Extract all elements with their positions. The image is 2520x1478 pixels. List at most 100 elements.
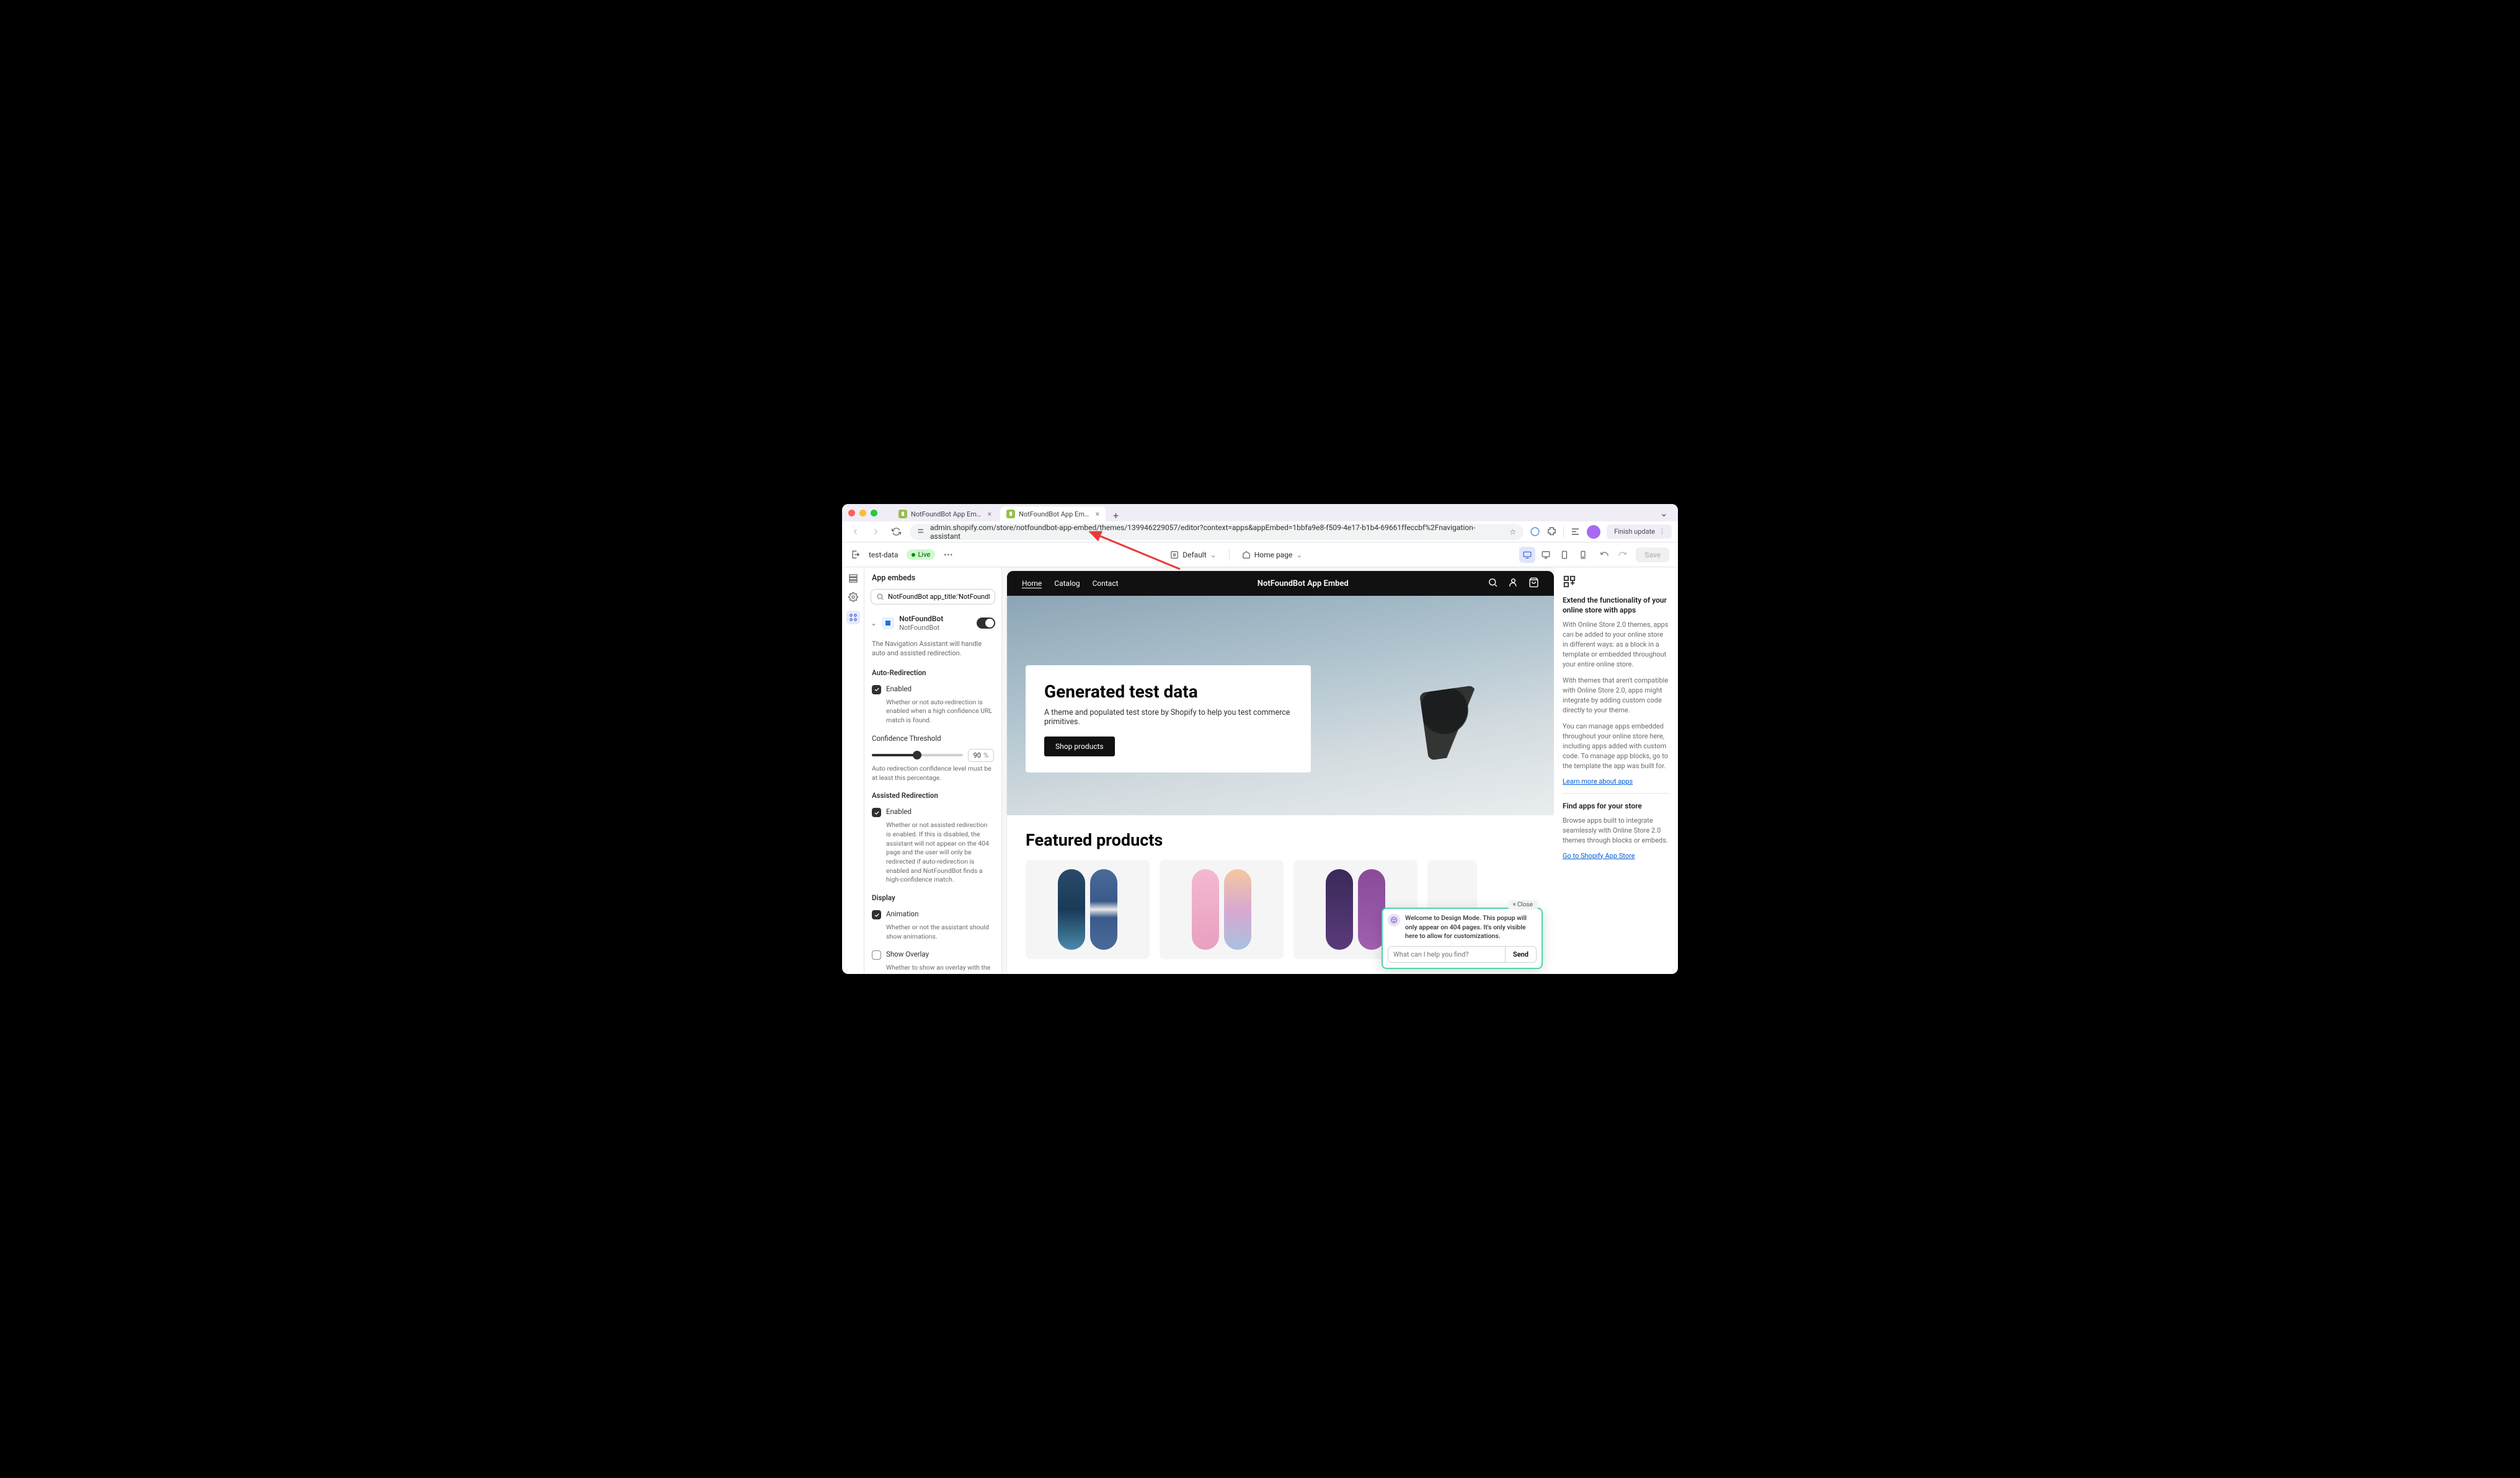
back-button[interactable]	[848, 524, 863, 539]
full-view[interactable]	[1538, 547, 1554, 563]
chat-input[interactable]	[1388, 947, 1505, 962]
chevron-down-icon[interactable]: ⌄	[1656, 506, 1672, 520]
exit-icon[interactable]	[851, 550, 860, 559]
help-text: Whether or not the assistant should show…	[864, 923, 1001, 946]
settings-icon[interactable]	[848, 592, 858, 602]
chat-message: Welcome to Design Mode. This popup will …	[1405, 914, 1537, 941]
store-name: test-data	[869, 551, 898, 559]
tab-close-icon[interactable]: ×	[1096, 510, 1099, 518]
nav-catalog[interactable]: Catalog	[1054, 579, 1080, 588]
apps-grid-icon	[1563, 575, 1669, 590]
hero-title: Generated test data	[1044, 681, 1292, 702]
app-embed-item[interactable]: ⌄ NotFoundBotNotFoundBot	[864, 611, 1001, 635]
shopify-favicon	[898, 510, 907, 518]
nav-home[interactable]: Home	[1022, 579, 1042, 588]
minimize-window[interactable]	[859, 510, 866, 516]
preview-canvas: Home Catalog Contact NotFoundBot App Emb…	[1002, 567, 1554, 974]
app-store-link[interactable]: Go to Shopify App Store	[1563, 852, 1635, 860]
editor-toolbar: test-data Live ••• Default ⌄ Home page ⌄…	[842, 542, 1678, 567]
checkbox-unchecked[interactable]	[872, 950, 881, 960]
right-text: Browse apps built to integrate seamlessl…	[1563, 816, 1669, 846]
enabled-checkbox-row[interactable]: Enabled	[864, 681, 1001, 698]
app-name: NotFoundBot	[899, 614, 972, 623]
slider-value[interactable]: 90%	[968, 749, 994, 762]
page-select[interactable]: Home page ⌄	[1242, 551, 1303, 559]
app-vendor: NotFoundBot	[899, 624, 939, 632]
star-icon[interactable]: ☆	[1509, 528, 1516, 536]
viewport-switcher	[1519, 547, 1591, 563]
featured-heading: Featured products	[1026, 830, 1535, 850]
profile-avatar[interactable]	[1587, 525, 1600, 539]
chevron-down-icon[interactable]: ⌄	[871, 619, 877, 627]
right-text: With Online Store 2.0 themes, apps can b…	[1563, 620, 1669, 670]
maximize-window[interactable]	[871, 510, 877, 516]
live-badge: Live	[907, 549, 935, 560]
chat-send[interactable]: Send	[1505, 947, 1536, 962]
checkbox-checked[interactable]	[872, 685, 881, 694]
checkbox-checked[interactable]	[872, 808, 881, 817]
left-rail	[842, 567, 864, 974]
search-input[interactable]	[871, 589, 995, 604]
slider[interactable]	[872, 754, 963, 756]
tab-active[interactable]: NotFoundBot App Embed · C… ×	[1000, 507, 1106, 521]
undo-icon[interactable]	[1600, 549, 1609, 560]
puzzle-icon[interactable]	[1546, 526, 1557, 537]
desktop-view[interactable]	[1519, 547, 1535, 563]
save-button: Save	[1636, 547, 1669, 562]
new-tab-button[interactable]: +	[1108, 510, 1124, 521]
site-settings-icon[interactable]	[917, 527, 925, 537]
site-brand: NotFoundBot App Embed	[1258, 579, 1349, 588]
close-window[interactable]	[848, 510, 855, 516]
animation-checkbox-row[interactable]: Animation	[864, 906, 1001, 923]
reload-button[interactable]	[889, 524, 903, 539]
browser-actions: Finish update ⋮	[1530, 524, 1672, 539]
template-select[interactable]: Default ⌄	[1170, 551, 1216, 559]
checkbox-checked[interactable]	[872, 910, 881, 919]
enabled-checkbox-row[interactable]: Enabled	[864, 803, 1001, 821]
tablet-view[interactable]	[1556, 547, 1573, 563]
learn-more-link[interactable]: Learn more about apps	[1563, 777, 1633, 785]
finish-update-button[interactable]: Finish update ⋮	[1607, 524, 1672, 539]
nav-contact[interactable]: Contact	[1093, 579, 1119, 588]
product-card[interactable]	[1026, 860, 1150, 959]
mobile-view[interactable]	[1575, 547, 1591, 563]
chat-widget: × Close Welcome to Design Mode. This pop…	[1382, 908, 1543, 969]
tab-title: NotFoundBot App Embed · C…	[1019, 510, 1092, 518]
window-controls	[848, 510, 877, 516]
tabs: NotFoundBot App Embed · N… × NotFoundBot…	[892, 504, 1124, 521]
help-text: Whether to show an overlay with the assi…	[864, 963, 1001, 974]
panel-heading: App embeds	[864, 567, 1001, 589]
hero-cta[interactable]: Shop products	[1044, 737, 1115, 756]
search-icon	[876, 593, 884, 601]
product-card[interactable]	[1160, 860, 1284, 959]
help-text: Whether or not assisted redirection is e…	[864, 821, 1001, 890]
cart-icon[interactable]	[1528, 577, 1539, 590]
tab-inactive[interactable]: NotFoundBot App Embed · N… ×	[892, 507, 998, 521]
right-heading: Find apps for your store	[1563, 801, 1669, 811]
sections-icon[interactable]	[848, 573, 858, 583]
tab-close-icon[interactable]: ×	[988, 510, 992, 518]
app-embeds-icon[interactable]	[846, 611, 860, 624]
hero-desc: A theme and populated test store by Shop…	[1044, 708, 1292, 727]
overlay-checkbox-row[interactable]: Show Overlay	[864, 946, 1001, 963]
account-icon[interactable]	[1508, 577, 1519, 590]
site-header: Home Catalog Contact NotFoundBot App Emb…	[1007, 571, 1554, 596]
url-input[interactable]: admin.shopify.com/store/notfoundbot-app-…	[910, 524, 1524, 540]
help-text: Auto redirection confidence level must b…	[864, 764, 1001, 787]
app-toggle[interactable]	[977, 617, 995, 629]
chat-close[interactable]: × Close	[1508, 900, 1538, 909]
url-bar: admin.shopify.com/store/notfoundbot-app-…	[842, 521, 1678, 542]
right-text: You can manage apps embedded throughout …	[1563, 722, 1669, 771]
extension-icon[interactable]	[1530, 526, 1540, 537]
right-heading: Extend the functionality of your online …	[1563, 595, 1669, 615]
more-icon[interactable]: •••	[944, 551, 953, 559]
search-icon[interactable]	[1488, 577, 1498, 590]
list-icon[interactable]	[1570, 526, 1581, 537]
hero-section: Generated test data A theme and populate…	[1007, 596, 1554, 815]
redo-icon[interactable]	[1618, 549, 1627, 560]
right-panel: Extend the functionality of your online …	[1554, 567, 1678, 974]
section-heading: Display	[864, 890, 1001, 906]
section-heading: Assisted Redirection	[864, 787, 1001, 803]
forward-button[interactable]	[869, 524, 883, 539]
right-text: With themes that aren't compatible with …	[1563, 676, 1669, 715]
